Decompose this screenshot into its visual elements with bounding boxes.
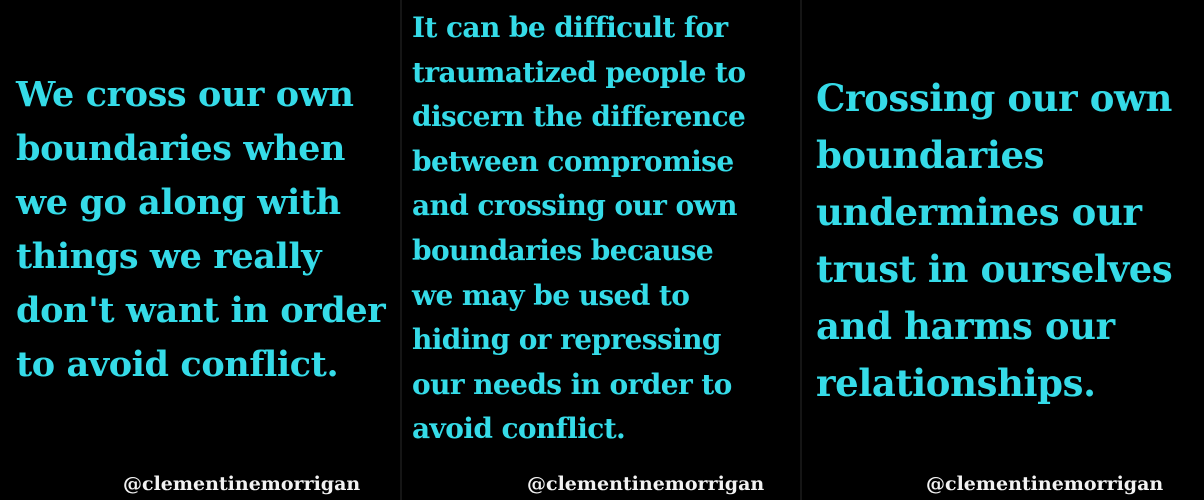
quote-text: We cross our own boundaries when we go a… (16, 74, 386, 385)
author-handle: @clementinemorrigan (527, 473, 765, 495)
author-handle: @clementinemorrigan (926, 473, 1164, 495)
quote-panel-3: Crossing our own boundaries undermines o… (802, 0, 1204, 500)
quote-panel-1: We cross our own boundaries when we go a… (0, 0, 400, 500)
author-handle: @clementinemorrigan (123, 473, 361, 495)
quote-text: Crossing our own boundaries undermines o… (816, 76, 1173, 405)
quote-text: It can be difficult for traumatized peop… (412, 11, 746, 446)
quote-panel-2: It can be difficult for traumatized peop… (402, 0, 800, 500)
